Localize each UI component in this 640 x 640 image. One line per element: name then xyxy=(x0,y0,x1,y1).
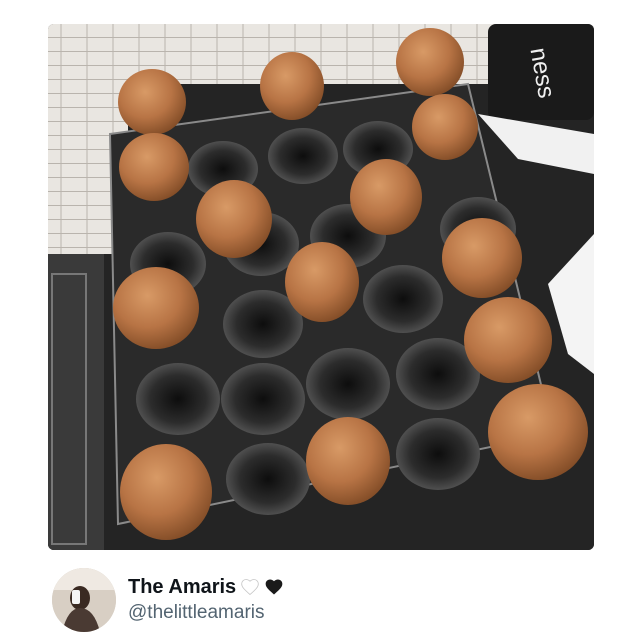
white-heart-icon xyxy=(241,579,259,596)
user-handle[interactable]: @thelittleamaris xyxy=(128,601,284,625)
avatar[interactable] xyxy=(52,568,116,632)
post-photo[interactable]: ness xyxy=(48,24,594,550)
post-author: The Amaris @thelittleamaris xyxy=(52,568,592,632)
display-name[interactable]: The Amaris xyxy=(128,575,236,599)
avatar-image xyxy=(52,568,116,632)
black-heart-icon xyxy=(265,579,283,595)
egg-tray-photo: ness xyxy=(48,24,594,550)
